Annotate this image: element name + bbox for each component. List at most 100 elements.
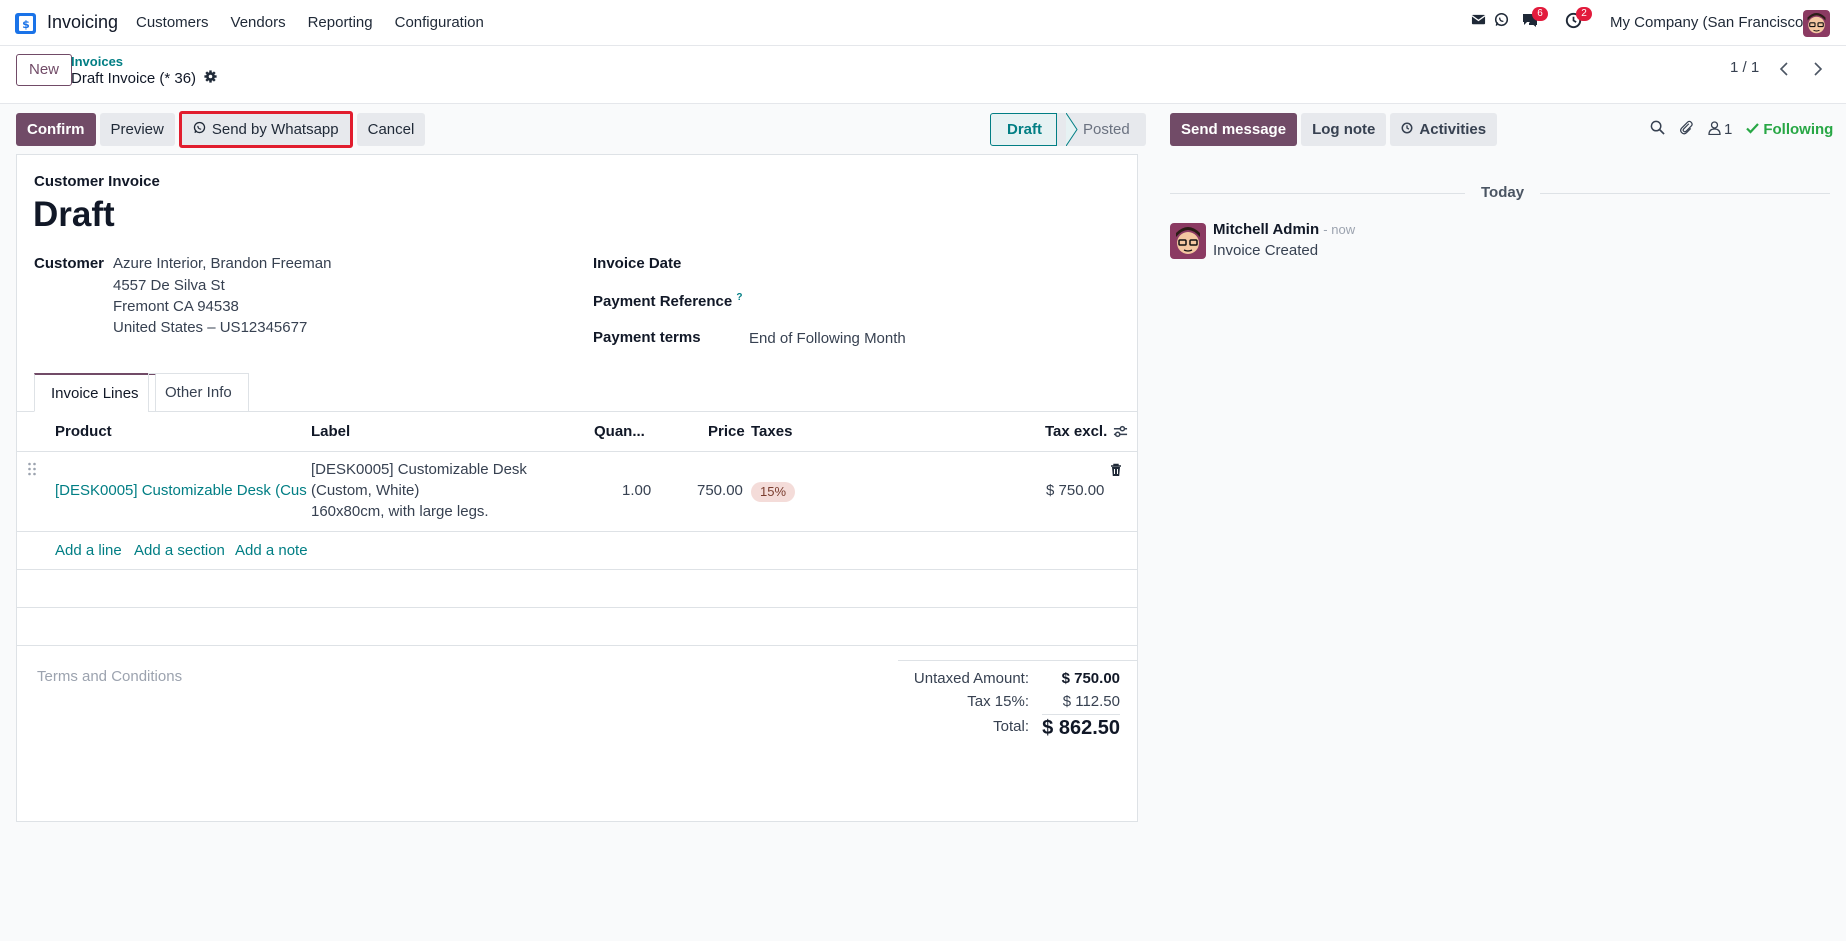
form-tabs: Invoice Lines Other Info [17,373,1137,412]
column-product[interactable]: Product [55,423,112,440]
chatter-actions: Send message Log note Activities [1170,113,1498,146]
tax-label: Tax 15%: [967,693,1029,710]
form-action-bar: Confirm Preview Send by Whatsapp Cancel [16,111,426,148]
followers-count: 1 [1724,121,1733,138]
tab-invoice-lines[interactable]: Invoice Lines [34,373,156,412]
log-note-button[interactable]: Log note [1301,113,1387,146]
add-section-link[interactable]: Add a section [134,542,225,559]
whatsapp-icon[interactable] [1494,12,1509,27]
column-taxes[interactable]: Taxes [751,423,792,440]
breadcrumb-invoices[interactable]: Invoices [71,54,123,69]
row-label-line-2[interactable]: (Custom, White) [311,482,419,499]
empty-row [17,608,1137,646]
row-label-line-3[interactable]: 160x80cm, with large legs. [311,503,489,520]
check-icon [1746,121,1760,138]
column-quantity[interactable]: Quan... [594,423,645,440]
activities-label: Activities [1419,121,1487,138]
menu-configuration[interactable]: Configuration [395,14,484,31]
gear-icon[interactable] [204,70,217,87]
add-line-link[interactable]: Add a line [55,542,122,559]
preview-button[interactable]: Preview [99,113,175,146]
author-name[interactable]: Mitchell Admin [1213,221,1319,238]
status-draft[interactable]: Draft [990,113,1058,146]
messages-icon[interactable]: 6 [1521,7,1548,28]
activities-icon[interactable]: 2 [1565,7,1592,29]
tax-row: Tax 15%: $ 112.50 [898,688,1137,711]
row-quantity[interactable]: 1.00 [622,482,651,499]
pager-previous-icon[interactable] [1771,56,1797,82]
company-switcher[interactable]: My Company (San Francisco) [1610,14,1808,31]
untaxed-amount-value: $ 750.00 [1061,670,1120,687]
total-label: Total: [993,718,1029,735]
menu-customers[interactable]: Customers [136,14,209,31]
clock-icon [1401,113,1413,146]
column-tax-excl[interactable]: Tax excl. [1045,423,1107,440]
customer-street: 4557 De Silva St [113,277,225,294]
payment-reference-text: Payment Reference [593,293,733,310]
add-line-row: Add a line Add a section Add a note [17,532,1137,570]
column-label[interactable]: Label [311,423,350,440]
add-note-link[interactable]: Add a note [235,542,308,559]
drag-handle-icon[interactable] [27,462,37,480]
user-icon [1708,120,1721,139]
menu-vendors[interactable]: Vendors [231,14,286,31]
mail-icon[interactable] [1471,12,1486,27]
message-author: Mitchell Admin - now [1213,221,1355,238]
invoicing-app-icon[interactable]: $ [15,13,36,34]
app-name[interactable]: Invoicing [47,12,118,33]
invoice-lines-header: Product Label Quan... Price Taxes Tax ex… [17,412,1137,452]
svg-text:$: $ [22,18,30,31]
confirm-button[interactable]: Confirm [16,113,96,146]
invoice-date-field[interactable] [749,251,1129,275]
row-label-line-1[interactable]: [DESK0005] Customizable Desk [311,461,527,478]
whatsapp-icon [193,116,206,143]
row-product[interactable]: [DESK0005] Customizable Desk (Custom, Wh… [55,482,307,499]
paperclip-icon[interactable] [1679,120,1694,139]
new-button[interactable]: New [16,54,73,86]
document-type: Customer Invoice [34,173,160,190]
payment-reference-label: Payment Reference ? [593,292,743,310]
menu-reporting[interactable]: Reporting [308,14,373,31]
tab-other-info[interactable]: Other Info [148,373,249,412]
following-button[interactable]: Following [1746,121,1833,138]
column-price[interactable]: Price [708,423,745,440]
empty-row [17,570,1137,608]
main-menu: Customers Vendors Reporting Configuratio… [136,14,506,31]
tax-badge[interactable]: 15% [751,482,796,502]
trash-icon[interactable] [1110,463,1122,481]
customer-name[interactable]: Azure Interior, Brandon Freeman [113,255,331,272]
activities-button[interactable]: Activities [1390,113,1498,146]
send-by-whatsapp-label: Send by Whatsapp [211,121,339,138]
row-subtotal: $ 750.00 [1046,482,1105,499]
customer-label: Customer [34,255,105,272]
row-price[interactable]: 750.00 [697,482,743,499]
page-title: Draft [33,195,115,234]
user-avatar[interactable] [1803,10,1830,37]
status-arrow-icon [1066,113,1078,146]
author-avatar[interactable] [1170,223,1206,259]
send-by-whatsapp-button[interactable]: Send by Whatsapp [178,111,353,148]
control-panel: New Invoices Draft Invoice (* 36) 1 / 1 [0,46,1846,104]
messages-badge: 6 [1532,7,1548,21]
search-icon[interactable] [1650,120,1665,139]
breadcrumb: Draft Invoice (* 36) [71,70,217,87]
invoice-date-label: Invoice Date [593,255,682,272]
untaxed-amount-row: Untaxed Amount: $ 750.00 [898,665,1137,688]
status-bar: Draft Posted [990,113,1146,146]
terms-and-conditions-input[interactable]: Terms and Conditions [37,668,182,685]
untaxed-amount-label: Untaxed Amount: [913,670,1029,687]
payment-reference-field[interactable] [749,288,1129,312]
following-label: Following [1763,121,1834,138]
send-message-button[interactable]: Send message [1170,113,1298,146]
pager-next-icon[interactable] [1805,56,1831,82]
cancel-button[interactable]: Cancel [356,113,426,146]
pager-value[interactable]: 1 / 1 [1730,59,1759,76]
optional-columns-icon[interactable] [1113,424,1128,443]
payment-terms-field[interactable]: End of Following Month [749,330,906,347]
table-row[interactable]: [DESK0005] Customizable Desk (Custom, Wh… [17,452,1137,532]
help-icon[interactable]: ? [736,292,742,303]
activities-badge: 2 [1576,7,1592,21]
total-value: $ 862.50 [1042,714,1120,740]
date-separator-label: Today [1465,184,1541,201]
followers-button[interactable]: 1 [1708,120,1733,139]
